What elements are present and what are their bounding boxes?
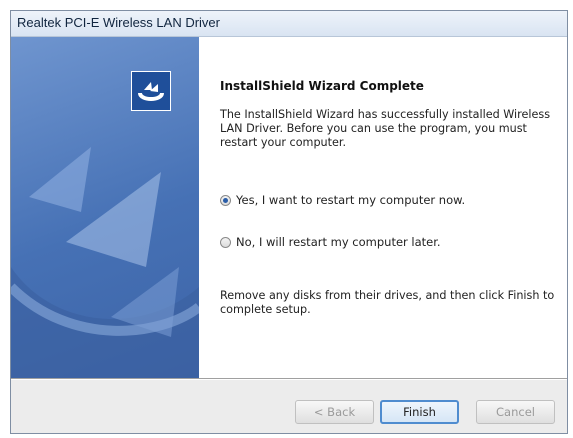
restart-now-label: Yes, I want to restart my computer now.	[236, 193, 466, 207]
wizard-content: InstallShield Wizard Complete The Instal…	[199, 37, 567, 378]
finish-instructions: Remove any disks from their drives, and …	[220, 289, 555, 316]
back-button[interactable]: < Back	[295, 400, 374, 424]
intro-text: The InstallShield Wizard has successfull…	[220, 108, 551, 149]
title-bar[interactable]: Realtek PCI-E Wireless LAN Driver	[11, 11, 567, 37]
restart-later-label: No, I will restart my computer later.	[236, 235, 441, 249]
radio-selected-icon[interactable]	[220, 194, 231, 206]
restart-now-option[interactable]: Yes, I want to restart my computer now.	[220, 193, 465, 207]
installer-window: Realtek PCI-E Wireless LAN Driver Instal…	[10, 10, 568, 434]
radio-unselected-icon[interactable]	[220, 236, 231, 248]
button-bar: < Back Finish Cancel	[11, 380, 567, 433]
installshield-logo-icon	[131, 71, 171, 111]
page-title: InstallShield Wizard Complete	[220, 79, 424, 93]
side-graphic-panel	[11, 37, 199, 378]
cancel-button[interactable]: Cancel	[476, 400, 555, 424]
restart-later-option[interactable]: No, I will restart my computer later.	[220, 235, 441, 249]
finish-button[interactable]: Finish	[380, 400, 459, 424]
window-title: Realtek PCI-E Wireless LAN Driver	[17, 15, 220, 30]
